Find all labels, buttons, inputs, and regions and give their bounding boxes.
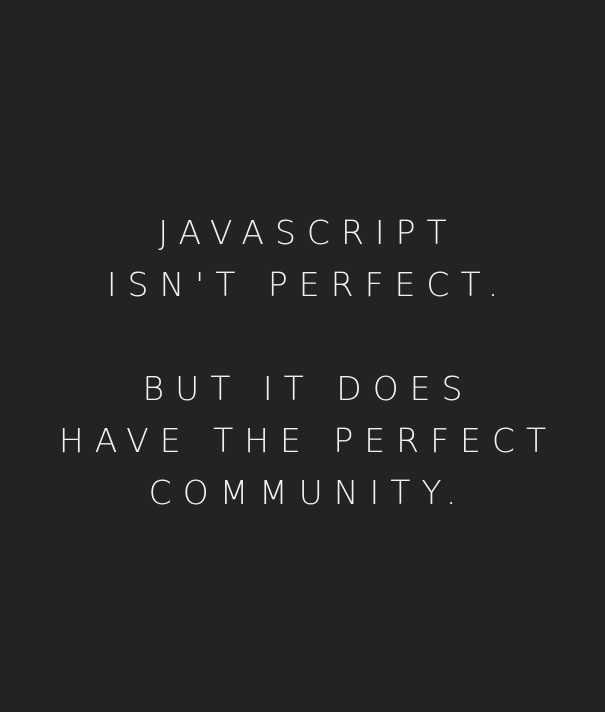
quote-card: JAVASCRIPT ISN'T PERFECT. BUT IT DOES HA… [0, 0, 605, 712]
quote-line-have-the-perfect: HAVE THE PERFECT [58, 421, 558, 460]
quote-line-javascript: JAVASCRIPT [158, 213, 458, 252]
quote-first-block: JAVASCRIPT ISN'T PERFECT. [0, 207, 605, 311]
quote-line-but-it-does: BUT IT DOES [142, 369, 474, 408]
quote-second-block: BUT IT DOES HAVE THE PERFECT COMMUNITY. [0, 363, 605, 519]
quote-line-isnt-perfect: ISN'T PERFECT. [106, 265, 510, 304]
quote-text: JAVASCRIPT ISN'T PERFECT. BUT IT DOES HA… [0, 207, 605, 519]
quote-line-community: COMMUNITY. [148, 473, 468, 512]
